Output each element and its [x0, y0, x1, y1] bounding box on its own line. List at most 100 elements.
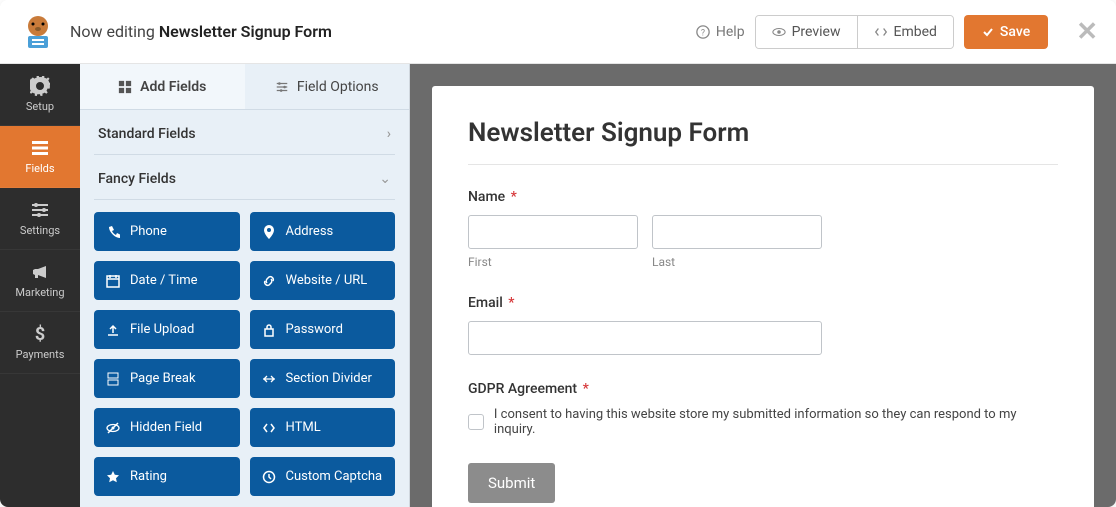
fancy-fields-head[interactable]: Fancy Fields ⌄ [94, 155, 395, 200]
embed-label: Embed [894, 24, 937, 40]
field-page-break[interactable]: Page Break [94, 359, 240, 398]
canvas-wrap: Newsletter Signup Form Name * First Last [410, 64, 1116, 507]
panel-tabs: Add Fields Field Options [80, 64, 409, 110]
field-label: HTML [286, 420, 321, 435]
field-label: Address [286, 224, 334, 239]
field-phone[interactable]: Phone [94, 212, 240, 251]
field-address[interactable]: Address [250, 212, 396, 251]
tab-add-fields[interactable]: Add Fields [80, 64, 245, 110]
name-inputs: First Last [468, 215, 1058, 269]
code-icon [262, 421, 276, 435]
close-icon: ✕ [1076, 17, 1098, 47]
field-html[interactable]: HTML [250, 408, 396, 447]
field-label: Rating [130, 469, 167, 484]
field-label: File Upload [130, 322, 194, 337]
embed-button[interactable]: Embed [857, 16, 953, 48]
code-icon [874, 25, 888, 39]
sliders-icon [30, 200, 50, 220]
divider [468, 164, 1058, 165]
field-label: Website / URL [286, 273, 368, 288]
standard-fields-label: Standard Fields [98, 126, 196, 142]
link-icon [262, 274, 276, 288]
gdpr-text: I consent to having this website store m… [494, 407, 1058, 437]
required-mark: * [508, 295, 514, 311]
fancy-fields-label: Fancy Fields [98, 171, 176, 187]
first-sublabel: First [468, 255, 638, 269]
tab-add-label: Add Fields [140, 79, 206, 95]
tab-field-options[interactable]: Field Options [245, 64, 410, 110]
email-input[interactable] [468, 321, 822, 355]
field-label: Custom Captcha [286, 469, 383, 484]
form-title: Newsletter Signup Form [468, 118, 1058, 148]
list-icon [30, 138, 50, 158]
captcha-icon [262, 470, 276, 484]
field-custom-captcha[interactable]: Custom Captcha [250, 457, 396, 496]
nav-marketing[interactable]: Marketing [0, 250, 80, 312]
standard-fields-head[interactable]: Standard Fields › [94, 110, 395, 155]
nav-label: Settings [20, 224, 60, 237]
tab-options-label: Field Options [297, 79, 379, 95]
panel-body[interactable]: Standard Fields › Fancy Fields ⌄ Phone Ad… [80, 110, 409, 507]
chevron-right-icon: › [387, 126, 391, 142]
svg-text:?: ? [701, 28, 705, 38]
field-label: Date / Time [130, 273, 198, 288]
body: Setup Fields Settings Marketing $ Payments Ad… [0, 64, 1116, 507]
field-label: Password [286, 322, 343, 337]
name-field: Name * First Last [468, 189, 1058, 269]
nav-label: Payments [16, 348, 65, 361]
help-link[interactable]: ? Help [696, 24, 745, 40]
name-label: Name * [468, 189, 1058, 205]
preview-button[interactable]: Preview [756, 16, 857, 48]
gdpr-checkbox[interactable] [468, 414, 484, 430]
dollar-icon: $ [30, 324, 50, 344]
field-date-time[interactable]: Date / Time [94, 261, 240, 300]
save-button[interactable]: Save [964, 15, 1048, 49]
last-sublabel: Last [652, 255, 822, 269]
field-label: Section Divider [286, 371, 372, 386]
left-nav: Setup Fields Settings Marketing $ Payments [0, 64, 80, 507]
field-label: Page Break [130, 371, 196, 386]
close-button[interactable]: ✕ [1076, 17, 1098, 47]
svg-text:$: $ [35, 324, 45, 344]
save-label: Save [1000, 24, 1030, 40]
field-rating[interactable]: Rating [94, 457, 240, 496]
upload-icon [106, 323, 120, 337]
form-canvas: Newsletter Signup Form Name * First Last [432, 86, 1094, 507]
editing-label: Now editing Newsletter Signup Form [70, 22, 684, 41]
field-file-upload[interactable]: File Upload [94, 310, 240, 349]
gdpr-row[interactable]: I consent to having this website store m… [468, 407, 1058, 437]
pagebreak-icon [106, 372, 120, 386]
topbar: Now editing Newsletter Signup Form ? Hel… [0, 0, 1116, 64]
gdpr-field: GDPR Agreement * I consent to having thi… [468, 381, 1058, 437]
bullhorn-icon [30, 262, 50, 282]
nav-setup[interactable]: Setup [0, 64, 80, 126]
email-label: Email * [468, 295, 1058, 311]
preview-label: Preview [792, 24, 841, 40]
nav-label: Setup [26, 100, 54, 113]
last-name-input[interactable] [652, 215, 822, 249]
app-logo [18, 12, 58, 52]
editing-title: Newsletter Signup Form [159, 22, 332, 41]
nav-payments[interactable]: $ Payments [0, 312, 80, 374]
preview-embed-group: Preview Embed [755, 15, 954, 49]
help-icon: ? [696, 25, 710, 39]
eye-icon [772, 25, 786, 39]
nav-settings[interactable]: Settings [0, 188, 80, 250]
check-icon [982, 26, 994, 38]
sliders-icon [275, 80, 289, 94]
first-name-input[interactable] [468, 215, 638, 249]
app-root: Now editing Newsletter Signup Form ? Hel… [0, 0, 1116, 507]
field-section-divider[interactable]: Section Divider [250, 359, 396, 398]
field-password[interactable]: Password [250, 310, 396, 349]
submit-button[interactable]: Submit [468, 463, 555, 503]
required-mark: * [511, 189, 517, 205]
field-label: Hidden Field [130, 420, 202, 435]
star-icon [106, 470, 120, 484]
phone-icon [106, 225, 120, 239]
field-hidden-field[interactable]: Hidden Field [94, 408, 240, 447]
required-mark: * [583, 381, 589, 397]
nav-label: Fields [25, 162, 54, 175]
calendar-icon [106, 274, 120, 288]
field-website-url[interactable]: Website / URL [250, 261, 396, 300]
nav-fields[interactable]: Fields [0, 126, 80, 188]
